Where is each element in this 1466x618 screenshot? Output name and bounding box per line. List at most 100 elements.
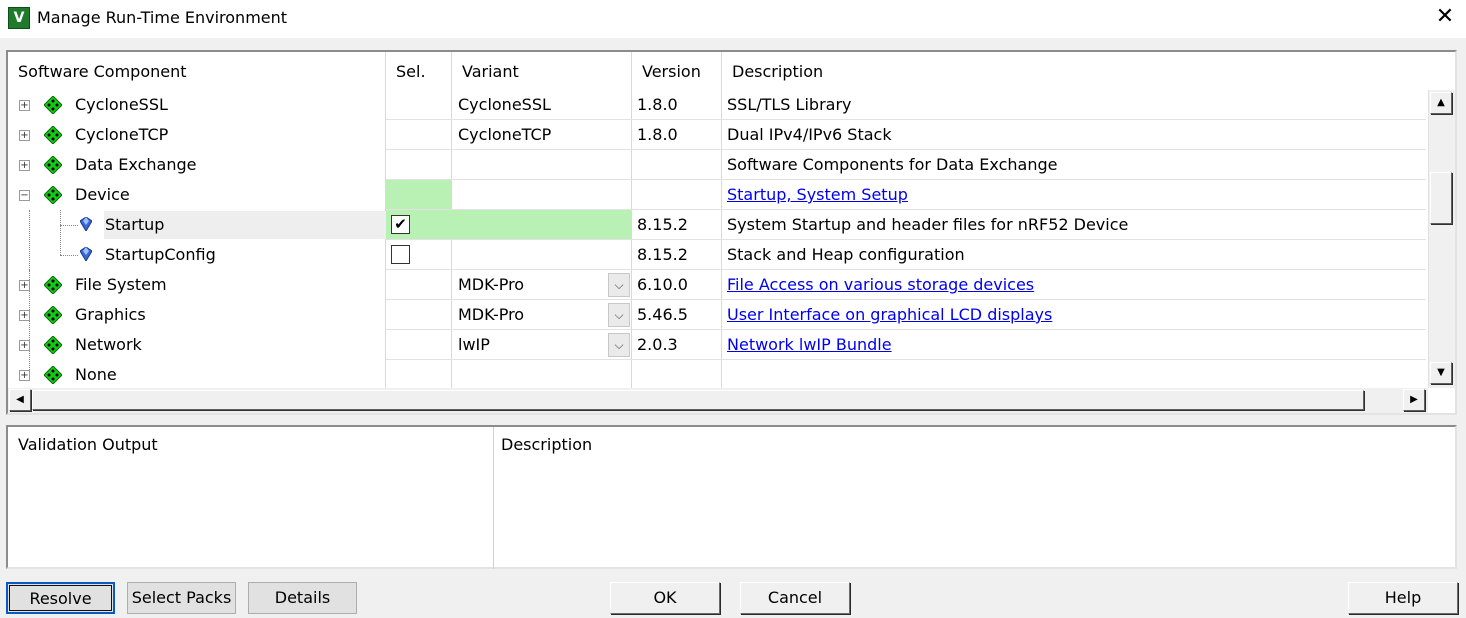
sel-cell[interactable] xyxy=(386,120,451,150)
sel-cell[interactable] xyxy=(386,300,451,330)
cancel-button[interactable]: Cancel xyxy=(740,582,850,614)
variant-cell: CycloneTCP xyxy=(458,125,552,144)
validation-panel: Validation Output Description xyxy=(6,425,1457,569)
component-row[interactable]: StartupConfig 8.15.2 Stack and Heap conf… xyxy=(8,240,1426,270)
sel-cell[interactable] xyxy=(386,360,451,390)
chevron-down-icon[interactable]: ⌵ xyxy=(608,273,630,297)
version-cell: 8.15.2 xyxy=(637,245,688,264)
variant-cell xyxy=(452,180,632,210)
description-cell: Stack and Heap configuration xyxy=(727,245,965,264)
description-cell[interactable]: User Interface on graphical LCD displays xyxy=(722,300,1426,330)
scroll-down-icon[interactable]: ▼ xyxy=(1430,362,1452,384)
header-variant[interactable]: Variant xyxy=(452,52,632,92)
description-cell[interactable]: Network lwIP Bundle xyxy=(722,330,1426,360)
component-diamond-icon xyxy=(44,96,62,114)
scroll-thumb[interactable] xyxy=(32,390,1364,410)
version-cell: 8.15.2 xyxy=(637,215,688,234)
component-row[interactable]: + Network lwIP ⌵ 2.0.3 Network lwIP Bund… xyxy=(8,330,1426,360)
details-button[interactable]: Details xyxy=(248,582,357,614)
expand-icon[interactable]: + xyxy=(19,160,30,171)
expand-icon[interactable]: + xyxy=(19,310,30,321)
description-link[interactable]: Network lwIP Bundle xyxy=(727,335,892,354)
resolve-button[interactable]: Resolve xyxy=(6,582,115,614)
collapse-icon[interactable]: − xyxy=(19,190,30,201)
expand-icon[interactable]: + xyxy=(19,130,30,141)
variant-value: MDK-Pro xyxy=(458,305,525,324)
validation-output-header: Validation Output xyxy=(18,435,158,454)
expand-icon[interactable]: + xyxy=(19,340,30,351)
sel-cell[interactable] xyxy=(386,180,451,210)
component-row[interactable]: + Data Exchange Software Components for … xyxy=(8,150,1426,180)
description-link[interactable]: User Interface on graphical LCD displays xyxy=(727,305,1052,324)
component-row[interactable]: − Device Startup, System Setup xyxy=(8,180,1426,210)
component-row[interactable]: + Graphics MDK-Pro ⌵ 5.46.5 User Interfa… xyxy=(8,300,1426,330)
ok-button[interactable]: OK xyxy=(610,582,720,614)
component-name: Graphics xyxy=(75,305,146,324)
variant-value: MDK-Pro xyxy=(458,275,525,294)
description-cell: Software Components for Data Exchange xyxy=(727,155,1058,174)
header-software-component[interactable]: Software Component xyxy=(8,52,386,92)
sel-cell[interactable] xyxy=(386,330,451,360)
select-packs-button[interactable]: Select Packs xyxy=(127,582,236,614)
title-bar: V Manage Run-Time Environment ✕ xyxy=(0,0,1466,38)
variant-dropdown[interactable]: MDK-Pro ⌵ xyxy=(452,270,632,300)
sel-cell[interactable]: ✔ xyxy=(386,210,451,240)
select-checkbox-checked[interactable]: ✔ xyxy=(391,215,410,234)
sel-cell[interactable] xyxy=(386,240,451,270)
variant-cell xyxy=(452,360,632,390)
sel-cell[interactable] xyxy=(386,150,451,180)
vertical-scrollbar[interactable]: ▲ ▼ xyxy=(1428,90,1455,388)
header-version[interactable]: Version xyxy=(632,52,722,92)
variant-cell xyxy=(452,210,632,240)
expand-icon[interactable]: + xyxy=(19,100,30,111)
description-cell[interactable]: Startup, System Setup xyxy=(722,180,1426,210)
description-cell: Dual IPv4/IPv6 Stack xyxy=(727,125,892,144)
description-link[interactable]: Startup, System Setup xyxy=(727,185,908,204)
app-logo-icon: V xyxy=(8,7,30,29)
version-cell: 5.46.5 xyxy=(637,305,688,324)
component-row[interactable]: + CycloneTCP CycloneTCP 1.8.0 Dual IPv4/… xyxy=(8,120,1426,150)
version-cell: 2.0.3 xyxy=(637,335,678,354)
component-diamond-icon xyxy=(44,126,62,144)
description-cell: System Startup and header files for nRF5… xyxy=(727,215,1129,234)
column-divider xyxy=(493,427,494,461)
component-diamond-icon xyxy=(44,186,62,204)
header-description[interactable]: Description xyxy=(722,52,1422,92)
scroll-up-icon[interactable]: ▲ xyxy=(1430,92,1452,114)
component-row[interactable]: + CycloneSSL CycloneSSL 1.8.0 SSL/TLS Li… xyxy=(8,90,1426,120)
variant-cell: CycloneSSL xyxy=(458,95,551,114)
description-link[interactable]: File Access on various storage devices xyxy=(727,275,1034,294)
select-checkbox[interactable] xyxy=(391,245,410,264)
description-cell[interactable]: File Access on various storage devices xyxy=(722,270,1426,300)
scroll-left-icon[interactable]: ◀ xyxy=(9,389,31,411)
component-name: StartupConfig xyxy=(105,245,216,264)
variant-dropdown[interactable]: MDK-Pro ⌵ xyxy=(452,300,632,330)
horizontal-scrollbar[interactable]: ◀ ▶ xyxy=(8,388,1428,413)
sel-cell[interactable] xyxy=(386,270,451,300)
component-grid: Software Component Sel. Variant Version … xyxy=(6,50,1457,415)
version-cell xyxy=(632,150,722,180)
close-icon[interactable]: ✕ xyxy=(1432,3,1458,31)
header-sel[interactable]: Sel. xyxy=(386,52,451,92)
expand-icon[interactable]: + xyxy=(19,370,30,381)
component-row[interactable]: + None xyxy=(8,360,1426,390)
component-diamond-icon xyxy=(44,156,62,174)
scroll-right-icon[interactable]: ▶ xyxy=(1403,389,1425,411)
version-cell: 1.8.0 xyxy=(637,95,678,114)
component-diamond-icon xyxy=(44,366,62,384)
variant-dropdown[interactable]: lwIP ⌵ xyxy=(452,330,632,360)
sel-cell[interactable] xyxy=(386,90,451,120)
component-gem-icon xyxy=(80,217,92,231)
version-cell xyxy=(632,360,722,390)
component-name: File System xyxy=(75,275,167,294)
expand-icon[interactable]: + xyxy=(19,280,30,291)
description-cell: SSL/TLS Library xyxy=(727,95,852,114)
component-name: Device xyxy=(75,185,130,204)
component-row-selected[interactable]: Startup ✔ 8.15.2 System Startup and head… xyxy=(8,210,1426,240)
variant-cell xyxy=(452,150,632,180)
scroll-thumb[interactable] xyxy=(1430,172,1452,224)
help-button[interactable]: Help xyxy=(1348,582,1458,614)
component-row[interactable]: + File System MDK-Pro ⌵ 6.10.0 File Acce… xyxy=(8,270,1426,300)
chevron-down-icon[interactable]: ⌵ xyxy=(608,333,630,357)
chevron-down-icon[interactable]: ⌵ xyxy=(608,303,630,327)
